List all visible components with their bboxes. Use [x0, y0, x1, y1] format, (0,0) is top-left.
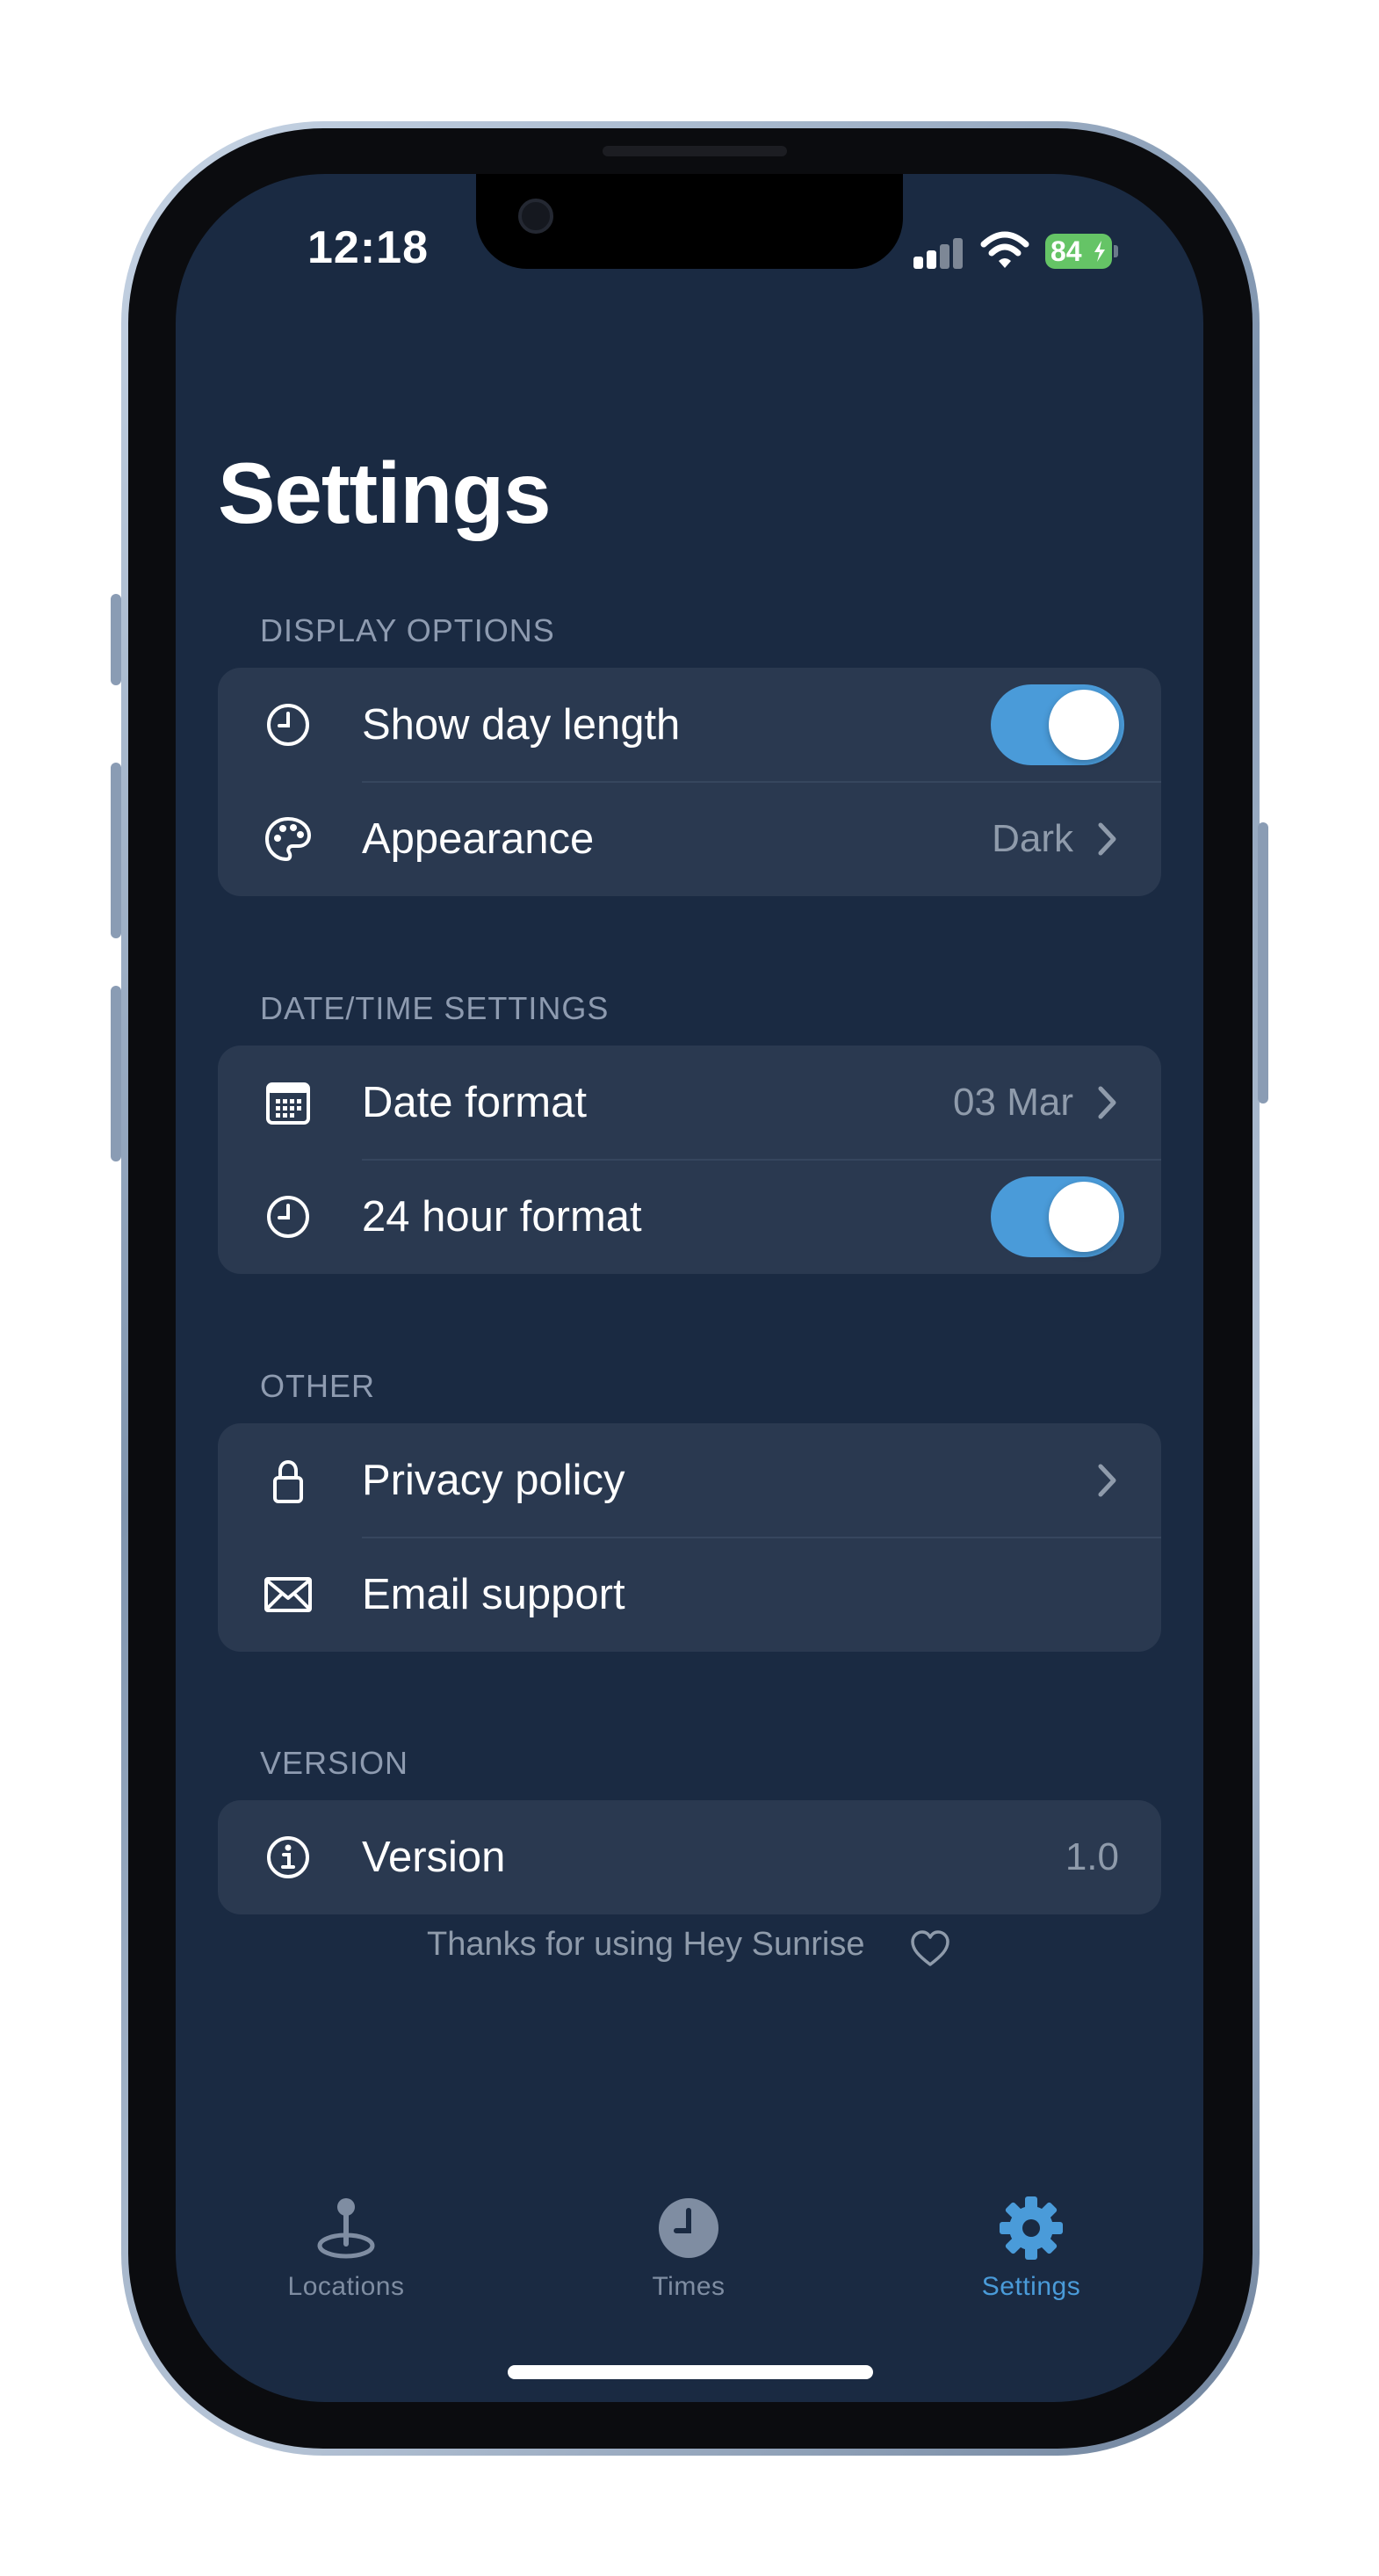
tab-settings[interactable]: Settings [917, 2193, 1145, 2325]
clock-icon [267, 704, 309, 746]
appearance-row[interactable]: Appearance Dark [218, 782, 1161, 896]
clock-icon [267, 1196, 309, 1238]
tab-locations-label: Locations [287, 2272, 405, 2301]
privacy-policy-row[interactable]: Privacy policy [218, 1423, 1161, 1538]
date-format-row[interactable]: Date format 03 Mar [218, 1046, 1161, 1160]
toggle-knob [1049, 690, 1119, 760]
info-icon [267, 1836, 309, 1878]
battery-level: 84 [1050, 235, 1082, 267]
tab-times[interactable]: Times [574, 2193, 803, 2325]
other-group: Privacy policy Email support [218, 1423, 1161, 1652]
chevron-right-icon [1098, 822, 1116, 856]
version-group: Version 1.0 [218, 1800, 1161, 1914]
section-header-other: OTHER [260, 1368, 375, 1404]
volume-down-button [111, 986, 121, 1161]
volume-up-button [111, 763, 121, 938]
email-support-row[interactable]: Email support [218, 1538, 1161, 1652]
power-button [1258, 822, 1268, 1103]
wifi-icon [980, 231, 1029, 268]
silent-switch [111, 594, 121, 685]
tab-times-label: Times [652, 2272, 726, 2301]
calendar-icon [266, 1082, 310, 1125]
date-format-value: 03 Mar [953, 1081, 1073, 1124]
section-header-date-time: DATE/TIME SETTINGS [260, 990, 610, 1026]
section-header-display-options: DISPLAY OPTIONS [260, 612, 555, 648]
24-hour-format-row: 24 hour format [218, 1160, 1161, 1274]
heart-icon [911, 1930, 949, 1966]
charging-bolt-icon [1094, 241, 1105, 262]
envelope-icon [264, 1577, 312, 1612]
version-row: Version 1.0 [218, 1800, 1161, 1914]
tab-settings-label: Settings [981, 2272, 1081, 2301]
clock-icon [659, 2198, 718, 2258]
24-hour-format-toggle[interactable] [991, 1176, 1124, 1257]
chevron-right-icon [1098, 1464, 1116, 1497]
status-time: 12:18 [307, 222, 429, 273]
palette-icon [265, 817, 311, 861]
battery-tip [1114, 245, 1118, 257]
display-options-group: Show day length Appearance Dark [218, 668, 1161, 896]
battery-icon: 84 [1045, 234, 1112, 269]
gear-icon [1000, 2196, 1063, 2260]
show-day-length-toggle[interactable] [991, 684, 1124, 765]
version-label: Version [362, 1834, 506, 1881]
front-camera [518, 199, 553, 234]
date-time-group: Date format 03 Mar 24 hour format [218, 1046, 1161, 1274]
appearance-label: Appearance [362, 815, 595, 863]
email-support-label: Email support [362, 1571, 625, 1618]
date-format-label: Date format [362, 1079, 587, 1126]
tab-locations[interactable]: Locations [232, 2193, 460, 2325]
version-value: 1.0 [1065, 1835, 1119, 1878]
show-day-length-label: Show day length [362, 701, 681, 749]
cellular-signal-icon [913, 237, 963, 269]
section-header-version: VERSION [260, 1745, 409, 1781]
lock-icon [273, 1459, 303, 1503]
location-pin-icon [317, 2198, 375, 2259]
toggle-knob [1049, 1182, 1119, 1252]
thanks-note: Thanks for using Hey Sunrise [427, 1926, 865, 1963]
24-hour-format-label: 24 hour format [362, 1193, 642, 1241]
home-indicator[interactable] [508, 2365, 873, 2379]
speaker-grille [603, 146, 787, 156]
chevron-right-icon [1098, 1086, 1116, 1119]
appearance-value: Dark [992, 817, 1073, 860]
page-title: Settings [218, 445, 552, 541]
privacy-policy-label: Privacy policy [362, 1457, 625, 1504]
show-day-length-row: Show day length [218, 668, 1161, 782]
